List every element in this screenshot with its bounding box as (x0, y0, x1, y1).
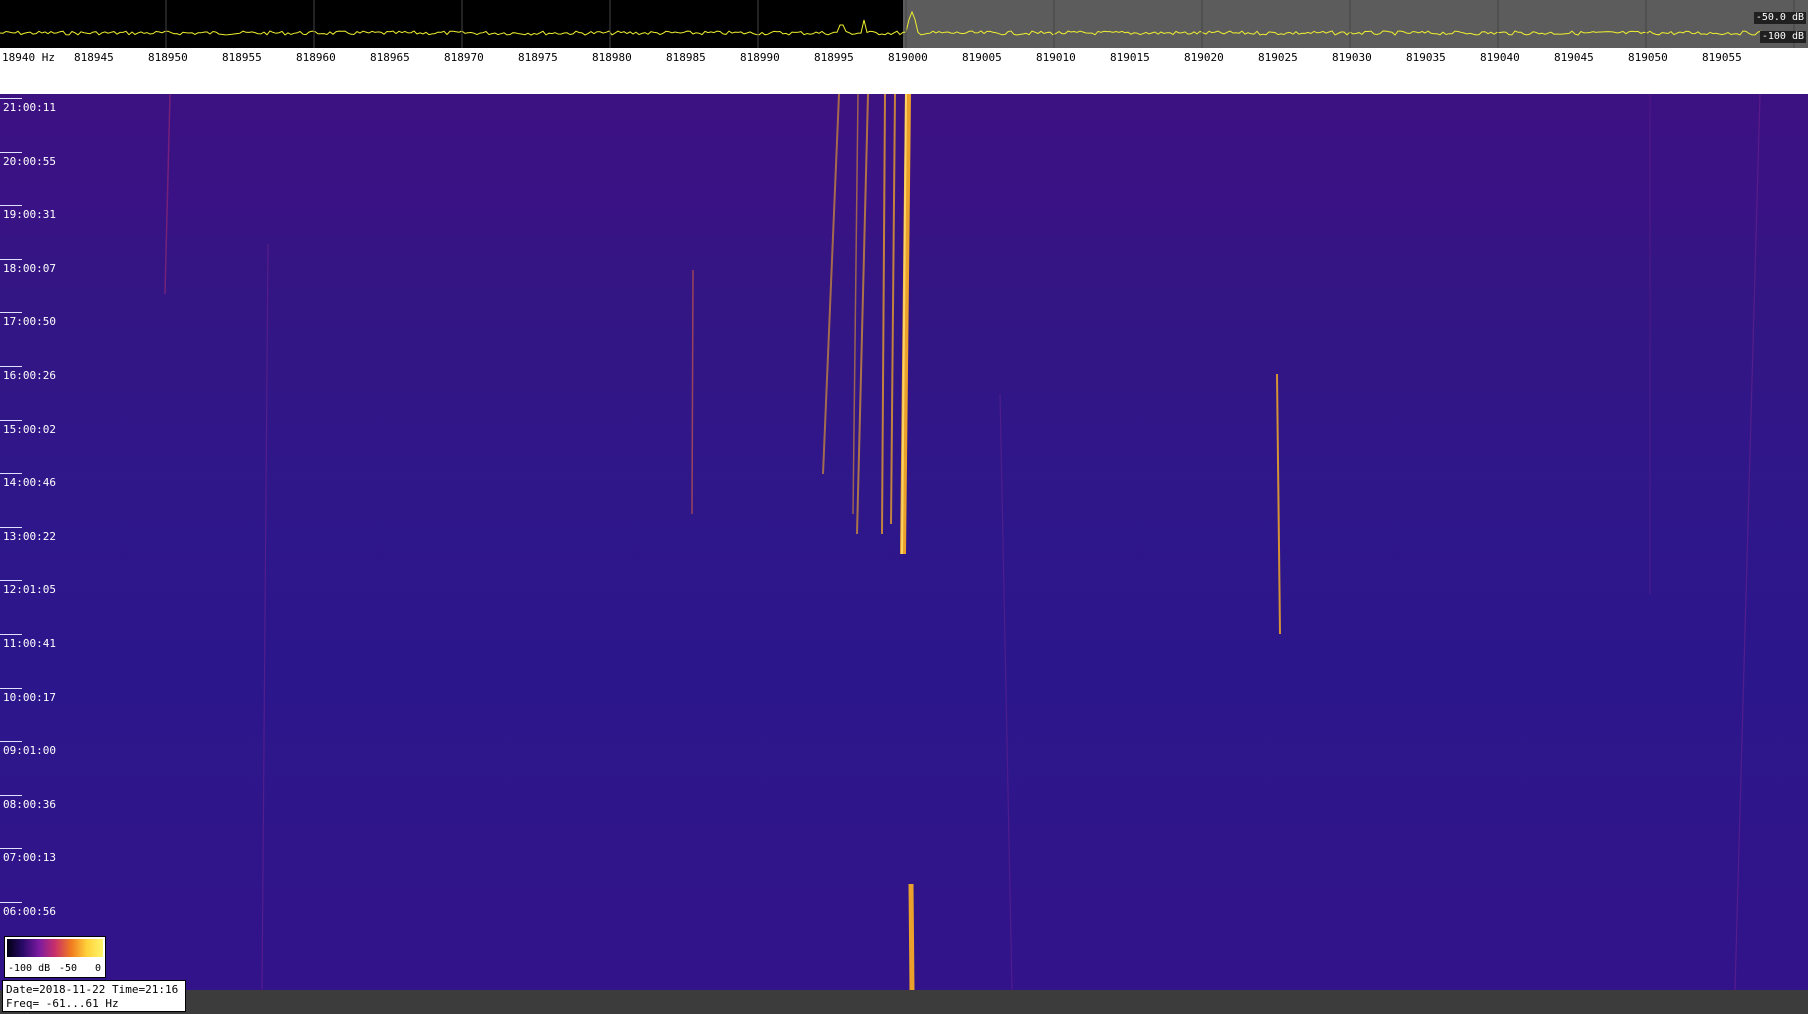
freq-label: 818970 (444, 51, 484, 64)
time-label: 19:00:31 (3, 208, 56, 222)
time-label: 06:00:56 (3, 905, 56, 918)
signal-trace (164, 94, 171, 295)
freq-label: 819015 (1110, 51, 1150, 64)
time-tick (0, 580, 22, 582)
time-label: 09:01:00 (3, 744, 56, 758)
signal-trace (822, 94, 840, 475)
freq-label: 819005 (962, 51, 1002, 64)
time-label: 08:00:36 (3, 797, 56, 811)
time-tick (0, 98, 22, 99)
info-box: Date=2018-11-22 Time=21:16 Freq= -61...6… (2, 980, 186, 1012)
time-label: 10:00:17 (3, 690, 56, 704)
freq-label: 819035 (1406, 51, 1446, 64)
freq-label: 819040 (1480, 51, 1520, 64)
signal-trace (999, 393, 1013, 990)
freq-label: 819020 (1184, 51, 1224, 64)
time-tick (0, 258, 22, 260)
time-label: 07:00:13 (3, 851, 56, 865)
signal-trace (890, 94, 896, 525)
freq-label: 818990 (740, 51, 780, 64)
spectrum-panel[interactable]: -50.0 dB -100 dB (0, 0, 1808, 48)
freq-label: 819030 (1332, 51, 1372, 64)
signal-trace (691, 269, 694, 515)
time-tick (0, 848, 22, 850)
signal-trace (261, 243, 269, 990)
time-label: 11:00:41 (3, 637, 56, 650)
spectrum-trace (0, 0, 1807, 48)
time-tick (0, 205, 22, 207)
signal-trace (852, 94, 859, 515)
time-tick (0, 473, 22, 475)
freq-label: 818955 (222, 51, 262, 64)
time-label: 12:01:05 (3, 583, 56, 597)
signal-trace (908, 883, 915, 990)
freq-label: 818995 (814, 51, 854, 64)
db-bottom-label: -100 dB (1759, 31, 1806, 43)
time-label: 16:00:26 (3, 369, 56, 382)
time-tick (0, 634, 22, 635)
signal-trace (1734, 94, 1761, 990)
freq-label: 818965 (370, 51, 410, 64)
freq-label: 819050 (1628, 51, 1668, 64)
freq-label: 819010 (1036, 51, 1076, 64)
waterfall-display[interactable]: 21:00:11 20:00:55 19:00:31 18:00:07 17:00:50… (0, 94, 1808, 990)
freq-label: 818975 (518, 51, 558, 64)
time-tick (0, 741, 22, 743)
time-tick (0, 366, 22, 367)
freq-label: 818945 (74, 51, 114, 64)
time-label: 21:00:11 (3, 101, 56, 114)
freq-label: 819025 (1258, 51, 1298, 64)
time-label: 17:00:50 (3, 315, 56, 329)
signal-trace (856, 94, 869, 535)
time-label: 20:00:55 (3, 154, 56, 168)
time-tick (0, 419, 22, 421)
freq-label: 819055 (1702, 51, 1742, 64)
time-label: 13:00:22 (3, 529, 56, 543)
frequency-scale[interactable]: 18940 Hz 818945 818950 818955 818960 818965 81… (0, 48, 1808, 142)
time-tick (0, 312, 22, 314)
time-label: 15:00:02 (3, 422, 56, 436)
time-tick (0, 902, 22, 903)
time-label: 18:00:07 (3, 261, 56, 275)
legend-mid: -50 (59, 963, 78, 974)
freq-label: 818985 (666, 51, 706, 64)
freq-label: 18940 Hz (2, 51, 55, 64)
freq-label: 819045 (1554, 51, 1594, 64)
signal-trace (1276, 373, 1281, 635)
time-tick (0, 687, 22, 689)
date-time-line: Date=2018-11-22 Time=21:16 (6, 983, 179, 996)
freq-label: 819000 (888, 51, 928, 64)
color-legend: -100 dB -50 0 (4, 936, 106, 978)
color-scale-bar (7, 939, 103, 957)
time-label: 14:00:46 (3, 476, 56, 490)
waterfall-signals (164, 94, 1761, 990)
legend-max: 0 (95, 963, 102, 974)
status-strip (0, 990, 1808, 1014)
freq-range-line: Freq= -61...61 Hz (6, 997, 119, 1010)
db-top-label: -50.0 dB (1753, 12, 1806, 24)
time-tick (0, 526, 22, 528)
signal-trace (881, 94, 886, 535)
freq-label: 818980 (592, 51, 632, 64)
freq-label: 818960 (296, 51, 336, 64)
time-tick (0, 794, 22, 796)
freq-label: 818950 (148, 51, 188, 64)
legend-min: -100 dB (8, 963, 51, 974)
time-tick (0, 151, 22, 153)
